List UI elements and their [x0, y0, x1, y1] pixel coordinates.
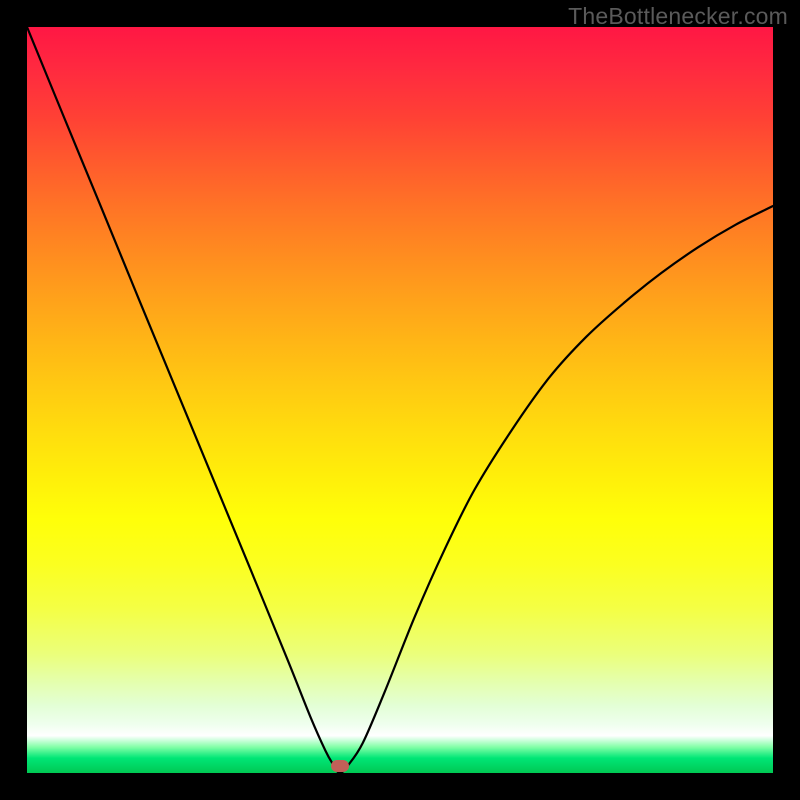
chart-plot-area [27, 27, 773, 773]
watermark-text: TheBottlenecker.com [568, 3, 788, 30]
optimal-point-marker [331, 760, 349, 772]
